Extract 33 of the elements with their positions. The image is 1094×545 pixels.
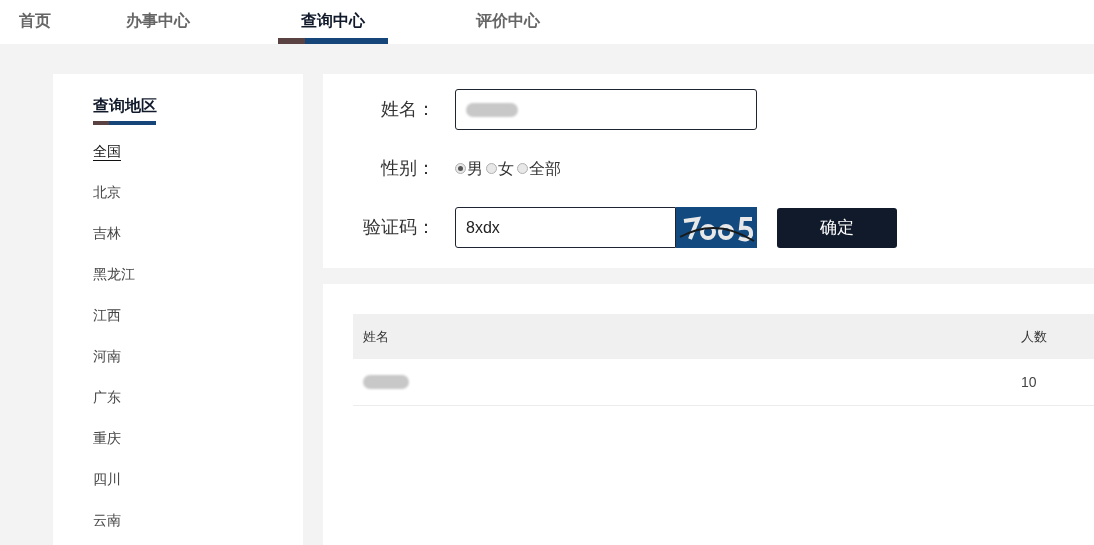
sidebar-title: 查询地区 [93,96,157,116]
name-input[interactable] [455,89,757,130]
region-link[interactable]: 黑龙江 [93,264,135,285]
region-link[interactable]: 吉林 [93,223,121,244]
radio-button[interactable] [455,163,466,174]
region-link[interactable]: 云南 [93,510,121,531]
nav-tab[interactable]: 评价中心 [475,0,540,33]
redacted-blur [466,102,518,117]
confirm-button[interactable]: 确定 [777,207,897,248]
radio-button[interactable] [517,163,528,174]
title-underline [93,121,156,125]
radio-label[interactable]: 女 [498,156,514,181]
region-link[interactable]: 北京 [93,182,121,203]
table-cell-text: 10 [1021,372,1037,392]
nav-tab[interactable]: 查询中心 [300,0,365,33]
region-link[interactable]: 四川 [93,469,121,490]
region-link[interactable]: 重庆 [93,428,121,449]
radio-label[interactable]: 全部 [529,156,561,181]
captcha-input[interactable]: 8xdx [455,207,676,248]
column-header: 人数 [1021,327,1047,346]
column-header: 姓名 [362,327,390,346]
radio-label[interactable]: 男 [467,156,483,181]
radio-button[interactable] [486,163,497,174]
region-link[interactable]: 河南 [93,346,121,367]
nav-tab[interactable]: 办事中心 [125,0,190,33]
form-label: 验证码： [362,216,436,239]
redacted-blur [363,375,409,389]
form-label: 姓名： [380,98,436,121]
region-link[interactable]: 江西 [93,305,121,326]
region-link[interactable]: 广东 [93,387,121,408]
form-label: 性别： [379,157,436,180]
region-link[interactable]: 全国 [93,141,121,162]
nav-tab[interactable]: 首页 [19,0,51,33]
